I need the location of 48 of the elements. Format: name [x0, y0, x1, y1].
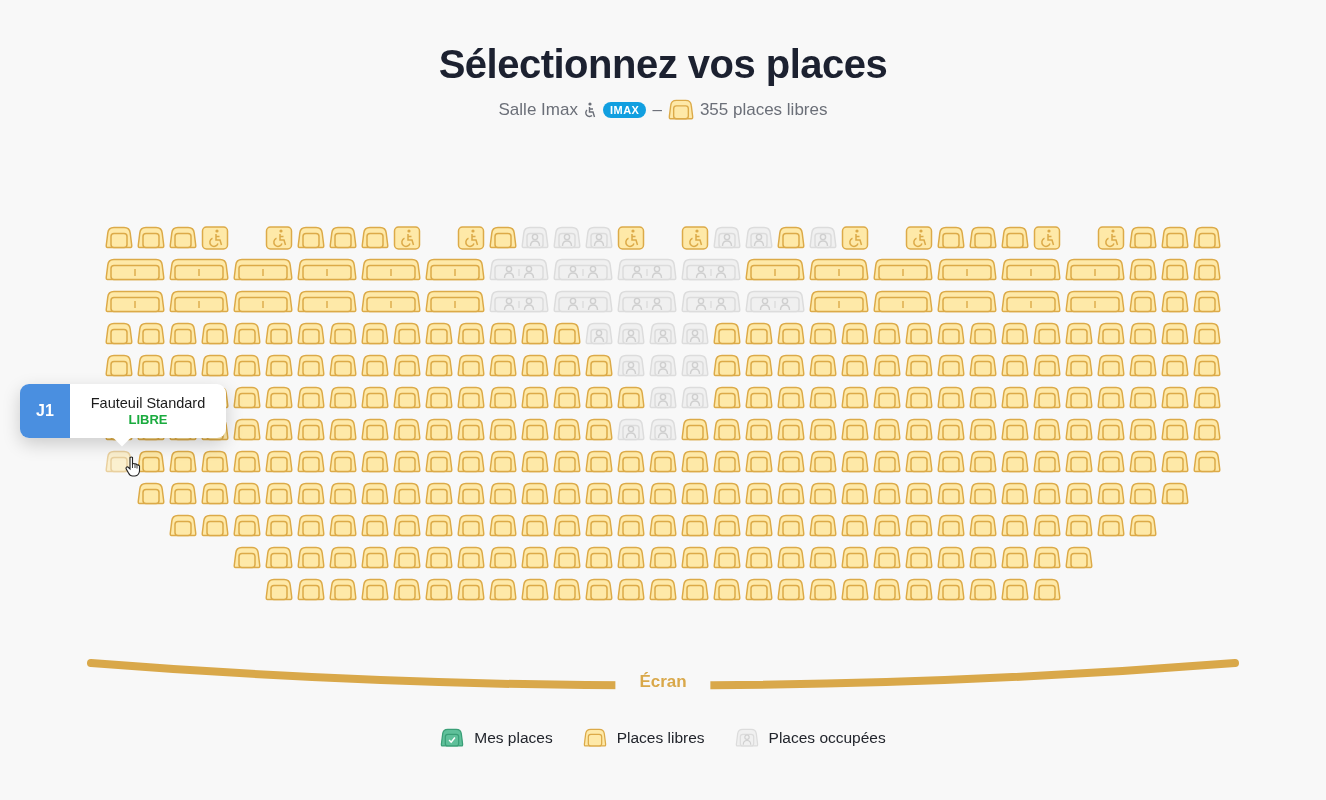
wheelchair-seat[interactable] [1097, 226, 1125, 250]
hall-name: Salle Imax [498, 100, 578, 120]
wheelchair-seat[interactable] [905, 226, 933, 250]
wheelchair-seat[interactable] [1033, 226, 1061, 250]
double-seat[interactable] [169, 258, 229, 282]
double-seat[interactable] [425, 290, 485, 314]
wheelchair-seat[interactable] [201, 226, 229, 250]
double-seat[interactable] [873, 290, 933, 314]
wheelchair-seat[interactable] [393, 226, 421, 250]
double-seat[interactable] [937, 290, 997, 314]
double-seat[interactable] [873, 258, 933, 282]
double-seat[interactable] [105, 290, 165, 314]
double-seat[interactable] [169, 290, 229, 314]
double-seat[interactable] [937, 258, 997, 282]
double-seat[interactable] [297, 258, 357, 282]
page-title: Sélectionnez vos places [438, 41, 888, 88]
seat-status: LIBRE [128, 412, 168, 428]
seat-icon [667, 99, 694, 121]
screen-label: Écran [615, 671, 711, 693]
double-seat[interactable] [1001, 258, 1061, 282]
double-seat[interactable] [809, 290, 869, 314]
wheelchair-icon [583, 102, 597, 118]
wheelchair-seat[interactable] [841, 226, 869, 250]
seat-number: J1 [20, 384, 70, 438]
wheelchair-seat[interactable] [457, 226, 485, 250]
double-seat[interactable] [425, 258, 485, 282]
legend-label: Mes places [474, 729, 553, 747]
hand-cursor-icon [125, 456, 141, 477]
legend-label: Places libres [616, 729, 705, 747]
separator-dash: – [652, 100, 662, 120]
double-seat[interactable] [297, 290, 357, 314]
double-seat[interactable] [361, 258, 421, 282]
seat-type: Fauteuil Standard [90, 394, 206, 412]
double-seat[interactable] [745, 258, 805, 282]
double-seat[interactable] [233, 290, 293, 314]
double-seat[interactable] [105, 258, 165, 282]
double-seat[interactable] [361, 290, 421, 314]
free-seats-count: 355 places libres [699, 100, 828, 120]
format-badge: IMAX [602, 102, 647, 118]
double-seat[interactable] [1065, 290, 1125, 314]
wheelchair-seat[interactable] [265, 226, 293, 250]
legend-label: Places occupées [768, 729, 886, 747]
double-seat[interactable] [1065, 258, 1125, 282]
double-seat[interactable] [809, 258, 869, 282]
double-seat[interactable] [1001, 290, 1061, 314]
wheelchair-seat[interactable] [617, 226, 645, 250]
double-seat[interactable] [233, 258, 293, 282]
wheelchair-seat[interactable] [681, 226, 709, 250]
